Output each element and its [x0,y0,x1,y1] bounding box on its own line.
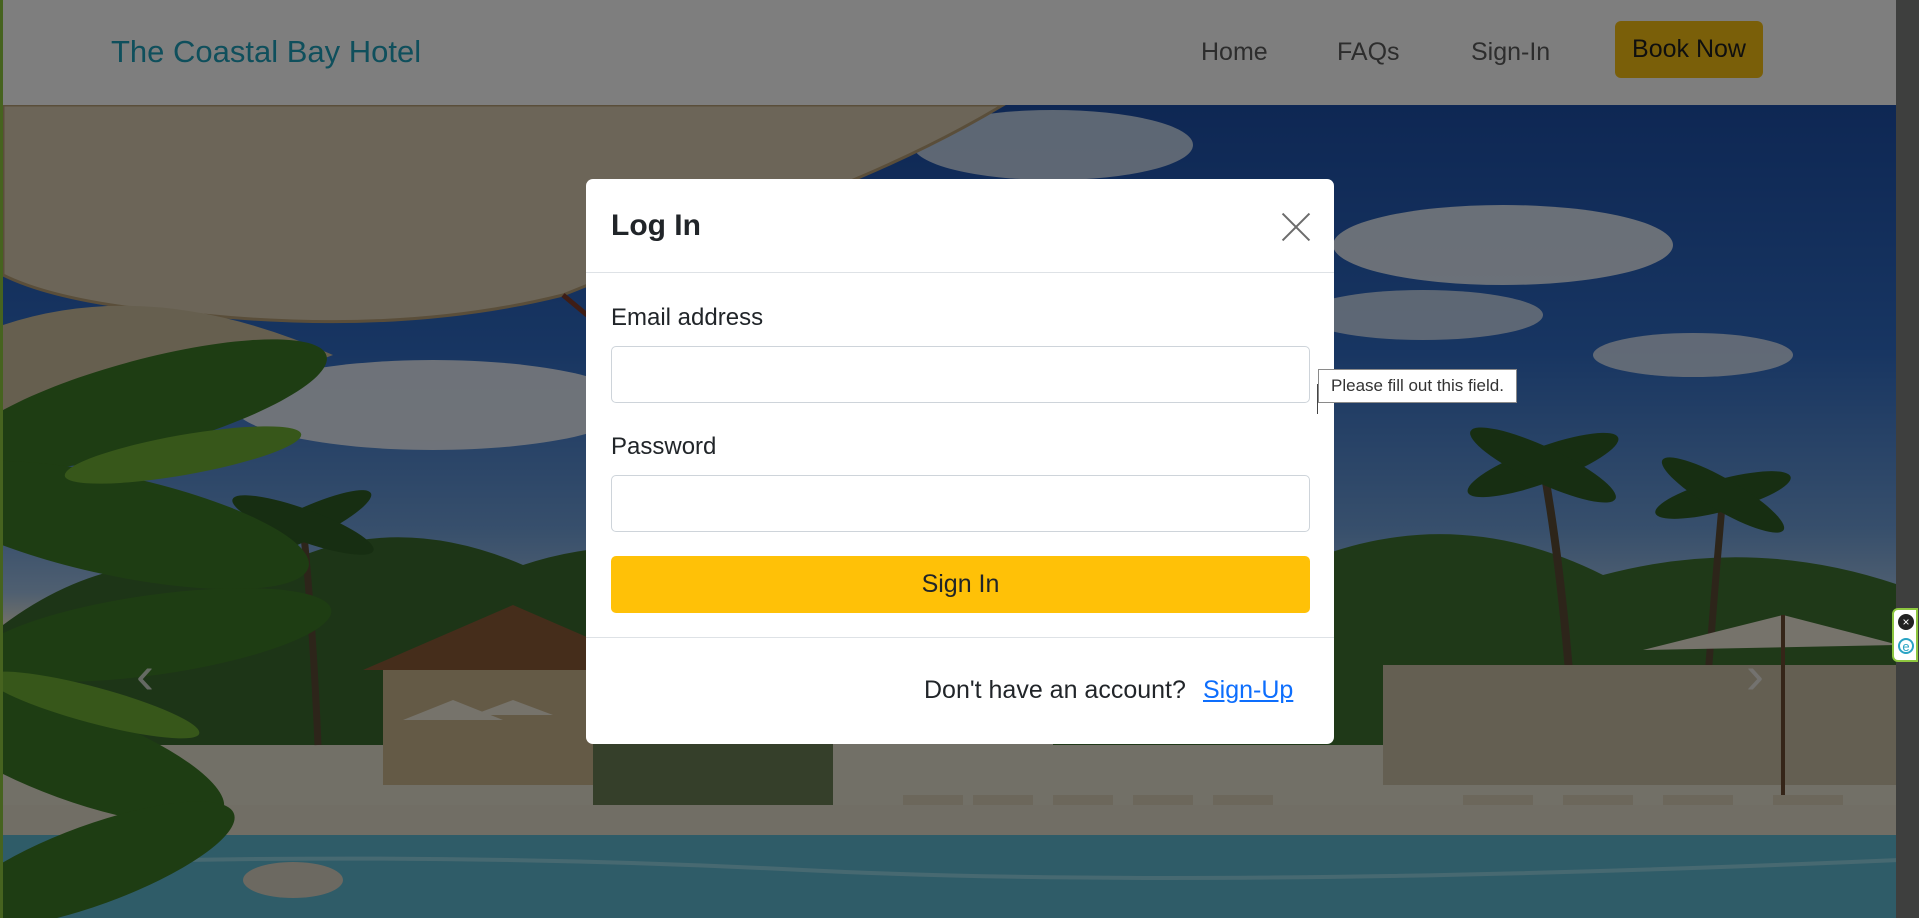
extension-close-icon[interactable]: × [1898,614,1914,630]
sign-up-link[interactable]: Sign-Up [1203,676,1293,705]
password-label: Password [611,433,717,460]
close-icon[interactable] [1280,211,1312,243]
validation-tooltip: Please fill out this field. [1317,369,1517,414]
email-label: Email address [611,304,764,331]
sign-in-button[interactable]: Sign In [611,556,1310,613]
no-account-text: Don't have an account? [924,676,1186,704]
modal-title: Log In [611,209,701,242]
modal-header: Log In [586,179,1334,273]
browser-extension-widget: × e [1892,608,1918,662]
modal-footer: Don't have an account? Sign-Up [586,637,1334,744]
password-field[interactable] [611,475,1310,532]
email-field[interactable] [611,346,1310,403]
extension-e-icon[interactable]: e [1898,638,1914,654]
login-modal: Log In Email address Password Sign In Do… [586,179,1334,744]
